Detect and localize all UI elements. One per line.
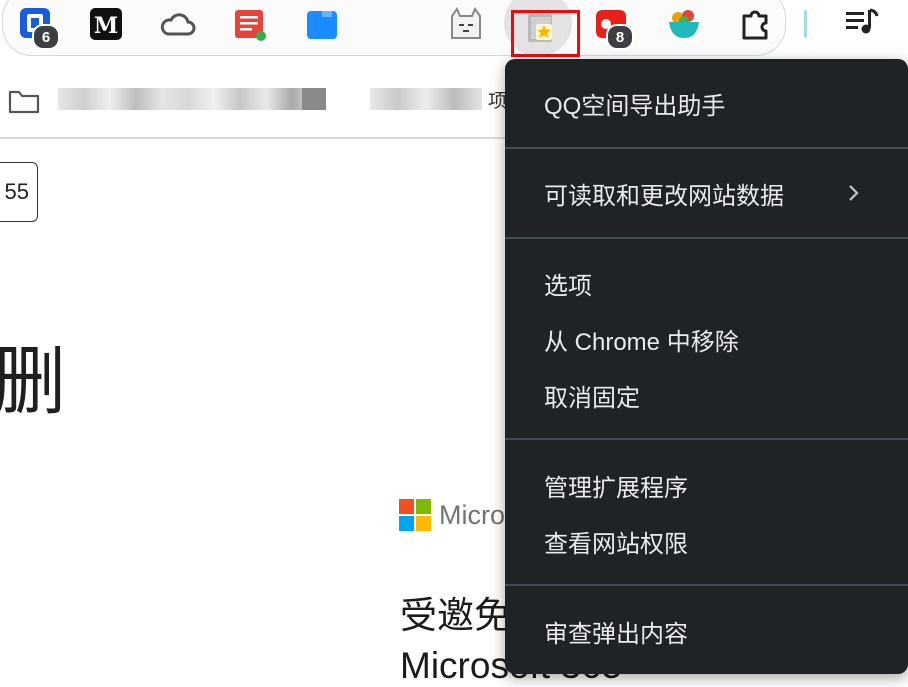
medium-extension-button[interactable]: M [88,6,124,42]
menu-item-label: 选项 [544,272,592,300]
notification-badge: 8 [606,24,634,50]
medium-icon: M [90,8,122,40]
extensions-menu-button[interactable] [738,6,774,42]
page-heading: 删 [0,340,66,423]
menu-item-label: 取消固定 [544,384,640,412]
menu-item-label: 可读取和更改网站数据 [544,182,784,210]
media-control-button[interactable] [844,8,880,36]
invite-heading: 受邀免 [400,595,511,636]
microsoft-logo-text: Micro [439,500,505,530]
menu-item-unpin[interactable]: 取消固定 [505,372,908,418]
cat-extension-button[interactable] [448,6,484,42]
menu-item-remove-from-chrome[interactable]: 从 Chrome 中移除 [505,316,908,362]
extensions-toolbar: 6 M 8 [0,0,908,58]
menu-item-view-site-permissions[interactable]: 查看网站权限 [505,518,908,564]
puzzle-piece-icon [742,10,768,40]
menu-item-options[interactable]: 选项 [505,260,908,306]
highlight-box [511,10,580,57]
red-badge-extension-button[interactable]: 8 [594,6,634,50]
svg-text:M: M [94,13,118,39]
notes-extension-button[interactable] [232,6,268,42]
salad-bowl-icon [669,10,699,38]
cloud-extension-button[interactable] [160,6,196,42]
bowl-extension-button[interactable] [666,6,702,42]
menu-item-inspect-popup[interactable]: 审查弹出内容 [505,608,908,654]
menu-separator [505,237,908,239]
page-tag-button[interactable]: 55 [0,162,38,222]
menu-item-manage-extensions[interactable]: 管理扩展程序 [505,462,908,508]
playlist-music-icon [846,8,879,34]
toolbar-divider [804,10,807,38]
cat-face-icon [451,6,481,39]
menu-item-label: 查看网站权限 [544,530,688,558]
notes-icon [235,10,266,41]
folder-icon[interactable] [8,88,40,114]
bookmark-item[interactable] [58,88,318,110]
menu-item-label: 管理扩展程序 [544,474,688,502]
microsoft-logo-icon [399,499,431,531]
notification-badge: 6 [32,24,60,50]
menu-item-extension-name[interactable]: QQ空间导出助手 [505,80,908,126]
cloud-icon [160,13,196,36]
bitwarden-extension-button[interactable]: 6 [18,6,60,50]
blue-box-extension-button[interactable] [304,6,340,42]
menu-item-site-access[interactable]: 可读取和更改网站数据 [505,170,908,216]
bookmark-item[interactable] [370,88,482,110]
page-tag-label: 55 [4,179,29,204]
menu-separator [505,147,908,149]
menu-item-label: QQ空间导出助手 [544,92,726,120]
chevron-right-icon [849,185,859,201]
menu-item-label: 审查弹出内容 [544,620,688,648]
menu-separator [505,438,908,440]
folder-box-icon [307,11,337,39]
menu-separator [505,584,908,586]
menu-item-label: 从 Chrome 中移除 [544,328,739,356]
bookmark-item[interactable] [302,88,326,110]
extension-context-menu: QQ空间导出助手 可读取和更改网站数据 选项 从 Chrome 中移除 取消固定… [505,59,908,674]
